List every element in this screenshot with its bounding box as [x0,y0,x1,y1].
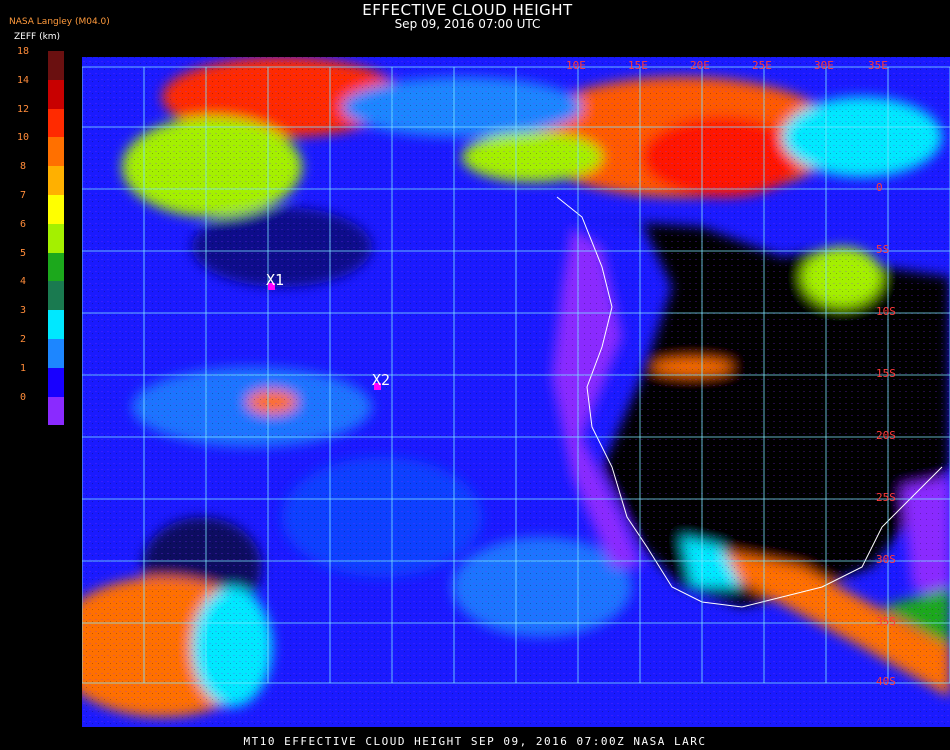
colorbar-tick-label: 14 [16,74,30,86]
colorbar-swatch [48,137,64,167]
longitude-label: 35E [868,59,888,72]
colorbar-tick-label: 7 [19,190,27,201]
latitude-label: 15S [876,367,896,380]
colorbar-tick-label: 3 [19,305,27,317]
colorbar-tick-label: 4 [19,276,27,288]
latitude-label: 35S [876,615,896,628]
longitude-label: 15E [628,59,648,72]
colorbar-swatch [48,51,64,80]
map-subtitle: Sep 09, 2016 07:00 UTC [394,17,541,31]
colorbar-tick-label: 0 [19,391,27,403]
colorbar-tick-label: 1 [19,362,27,374]
map-margin-top [82,47,950,57]
colorbar-swatch [48,166,64,195]
colorbar-swatch [48,367,64,397]
footer-caption: MT10 EFFECTIVE CLOUD HEIGHT SEP 09, 2016… [243,735,707,748]
colorbar-tick-label: 12 [16,103,30,115]
colorbar-swatch [48,195,64,224]
longitude-label: 25E [752,59,772,72]
colorbar-tick-label: 6 [19,218,27,230]
latitude-label: 25S [876,491,896,504]
colorbar-tick-label: 8 [19,161,27,173]
colorbar-swatch [48,310,64,339]
latitude-label: 30S [876,553,896,566]
latitude-label: 20S [876,429,896,442]
colorbar-swatch [48,281,64,311]
colorbar-tick-label: 18 [16,46,30,57]
colorbar-tick-label: 2 [19,334,27,345]
site-marker-label: X2 [372,371,390,389]
provider-label: NASA Langley (M04.0) [9,17,110,27]
colorbar-swatch [48,396,64,426]
longitude-label: 20E [690,59,710,72]
colorbar-swatch [48,223,64,253]
colorbar: 18 14 12 10 8 7 6 5 4 3 2 1 0 [0,46,70,426]
colorbar-tick-label: 10 [16,132,30,144]
longitude-label: 10E [566,59,586,72]
latitude-label: 0 [876,181,883,194]
latitude-label: 40S [876,675,896,688]
latitude-label: 10S [876,305,896,318]
colorbar-swatch [48,252,64,282]
cloud-height-map: 10E 15E 20E 25E 30E 35E 0 5S 10S 15S 20S 25S 30S 35S… [82,47,950,727]
colorbar-swatch [48,108,64,138]
colorbar-swatch [48,79,64,109]
site-marker-label: X1 [266,271,284,289]
colorbar-tick-label: 5 [19,247,27,259]
latitude-label: 5S [876,243,889,256]
colorbar-swatch [48,339,64,368]
longitude-label: 30E [814,59,834,72]
units-label: ZEFF (km) [14,32,61,42]
